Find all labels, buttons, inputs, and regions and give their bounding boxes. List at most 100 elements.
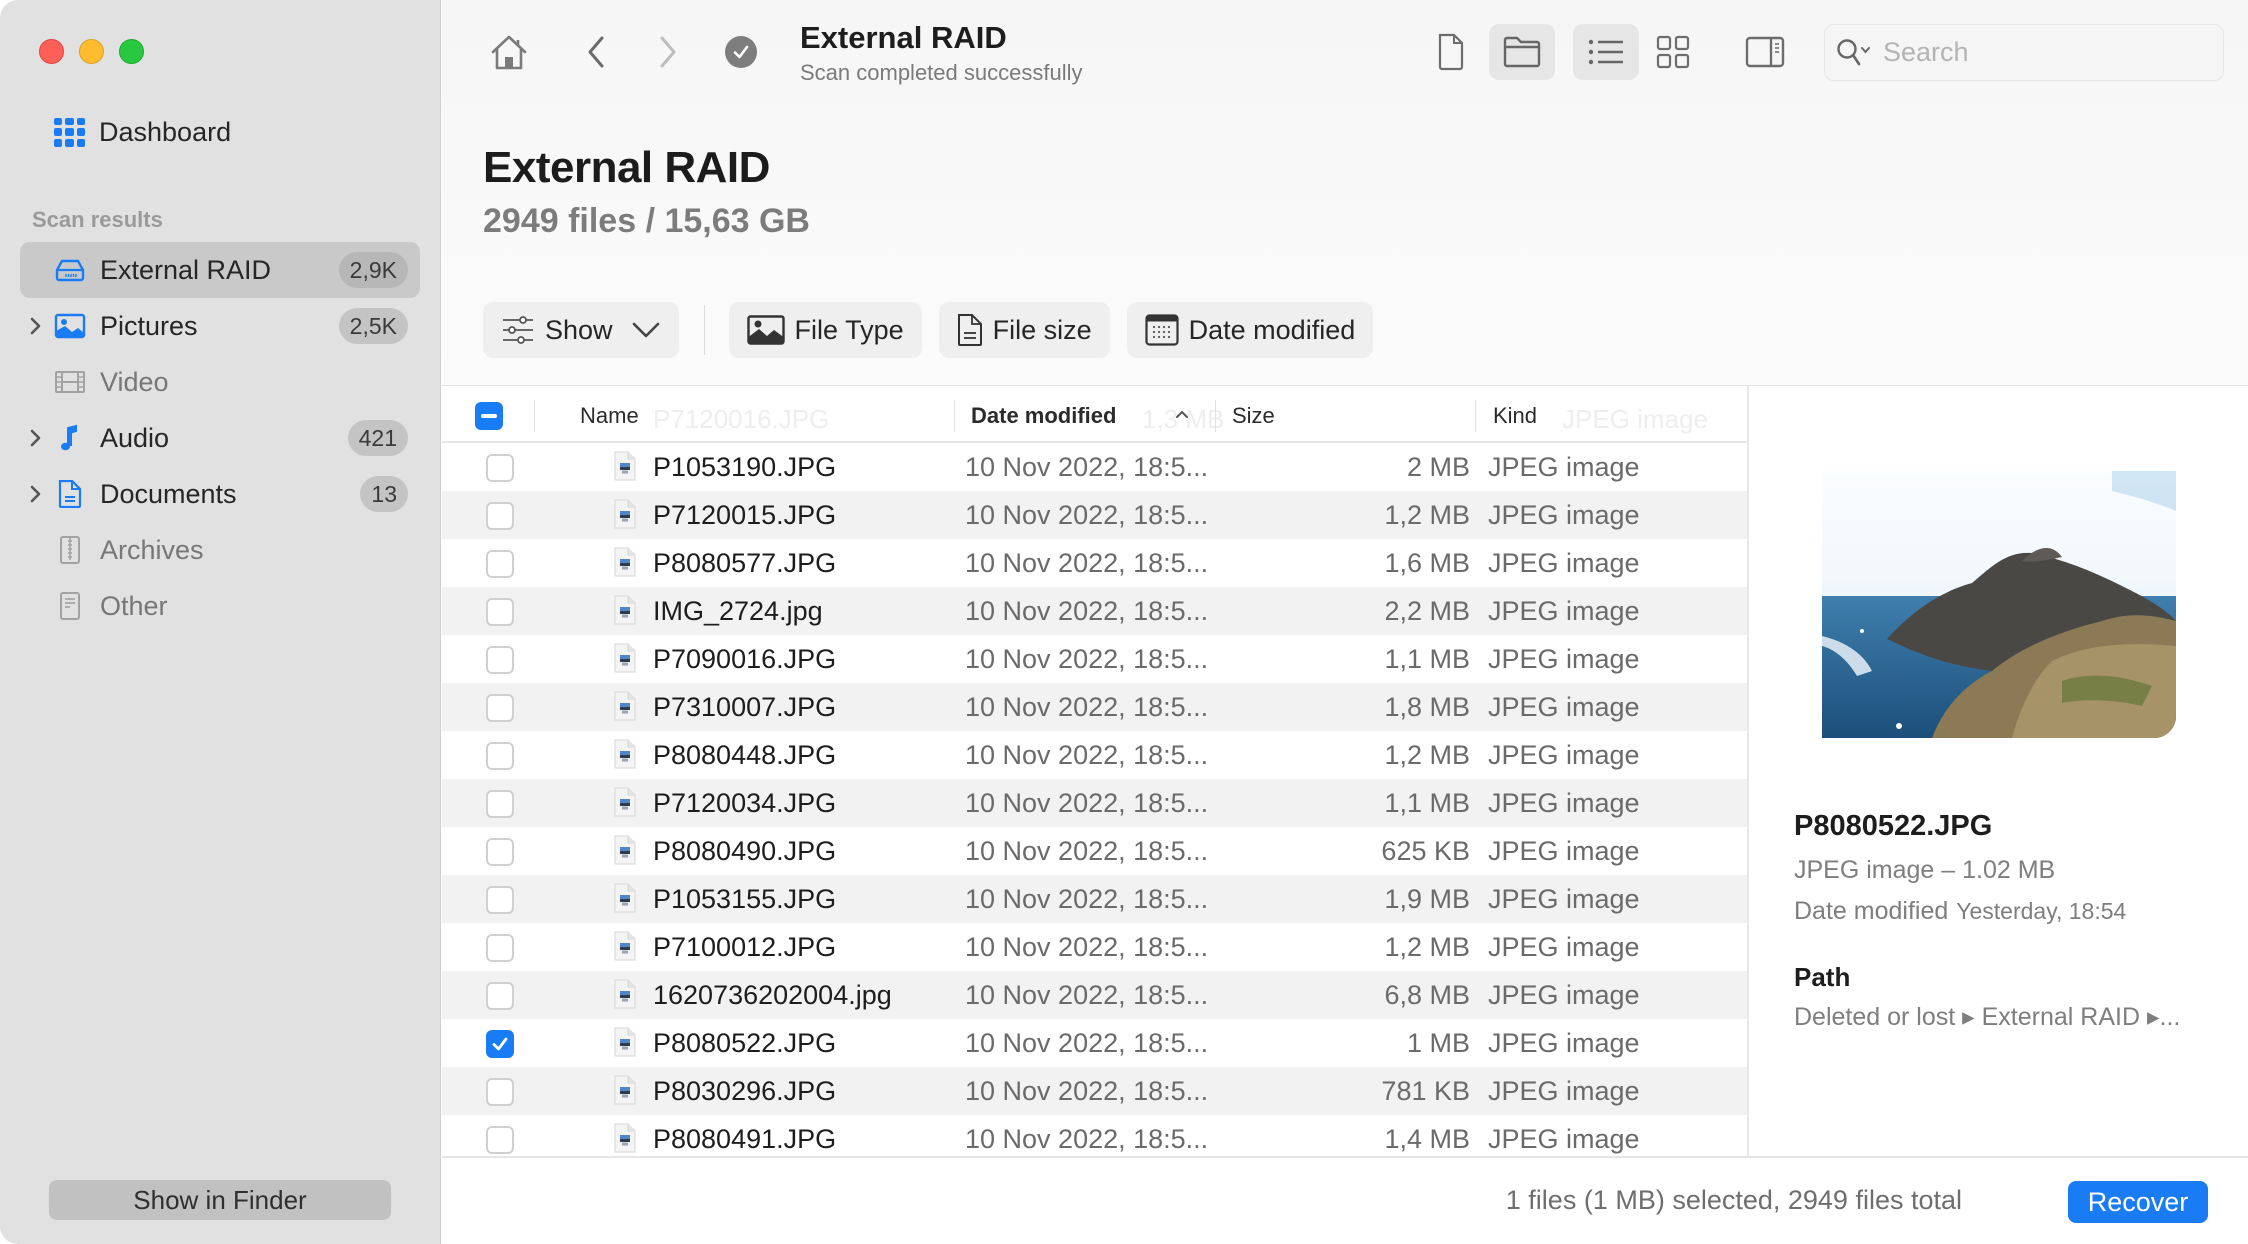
chevron-right-icon[interactable] <box>28 428 42 448</box>
select-all-checkbox[interactable] <box>475 402 503 430</box>
column-header-kind[interactable]: Kind <box>1493 403 1538 429</box>
table-row[interactable]: P7090016.JPG 10 Nov 2022, 18:5... 1,1 MB JP… <box>442 635 1747 683</box>
file-kind: JPEG image <box>1488 596 1640 626</box>
chevron-right-icon[interactable] <box>28 316 42 336</box>
row-checkbox[interactable] <box>486 934 514 962</box>
column-separator[interactable] <box>1215 400 1216 432</box>
table-row[interactable]: P8080491.JPG 10 Nov 2022, 18:5... 1,4 MB JP… <box>442 1115 1747 1156</box>
file-date: 10 Nov 2022, 18:5... <box>965 1124 1209 1154</box>
table-row[interactable]: P8080577.JPG 10 Nov 2022, 18:5... 1,6 MB JP… <box>442 539 1747 587</box>
preview-path-value[interactable]: Deleted or lost ▸ External RAID ▸... <box>1794 1002 2180 1032</box>
sort-ascending-icon[interactable] <box>1174 408 1190 420</box>
row-checkbox[interactable] <box>486 550 514 578</box>
row-checkbox[interactable] <box>486 886 514 914</box>
sidebar-item-video[interactable]: Video <box>20 354 420 410</box>
jpeg-file-icon <box>614 451 636 481</box>
file-size-filter-button[interactable]: File size <box>938 302 1110 358</box>
grid-view-button[interactable] <box>1640 24 1706 80</box>
table-row[interactable]: P8080448.JPG 10 Nov 2022, 18:5... 1,2 MB JP… <box>442 731 1747 779</box>
file-kind: JPEG image <box>1488 692 1640 722</box>
file-name: P7090016.JPG <box>653 644 837 674</box>
chevron-right-icon[interactable] <box>28 484 42 504</box>
forward-chevron-icon[interactable] <box>652 32 682 72</box>
row-checkbox[interactable] <box>486 742 514 770</box>
row-checkbox[interactable] <box>486 646 514 674</box>
file-view-button[interactable] <box>1418 24 1484 80</box>
row-checkbox[interactable] <box>486 454 514 482</box>
column-header-name[interactable]: Name <box>580 403 639 429</box>
image-icon <box>746 315 785 345</box>
show-dropdown-button[interactable]: Show <box>483 302 679 358</box>
file-name: P8080448.JPG <box>653 740 837 770</box>
sidebar-item-documents[interactable]: Documents 13 <box>20 466 420 522</box>
table-row[interactable]: P1053190.JPG 10 Nov 2022, 18:5... 2 MB JPEG… <box>442 443 1747 491</box>
sidebar-item-audio[interactable]: Audio 421 <box>20 410 420 466</box>
row-checkbox[interactable] <box>486 790 514 818</box>
file-name: P8030296.JPG <box>653 1076 837 1106</box>
preview-date-value: Yesterday, 18:54 <box>1956 898 2127 924</box>
jpeg-file-icon <box>614 1123 636 1153</box>
file-kind: JPEG image <box>1488 548 1640 578</box>
close-window-button[interactable] <box>39 39 64 64</box>
table-row[interactable]: P8030296.JPG 10 Nov 2022, 18:5... 781 KB JP… <box>442 1067 1747 1115</box>
show-in-finder-button[interactable]: Show in Finder <box>49 1180 391 1220</box>
table-row[interactable]: 1620736202004.jpg 10 Nov 2022, 18:5... 6,8… <box>442 971 1747 1019</box>
table-row[interactable]: IMG_2724.jpg 10 Nov 2022, 18:5... 2,2 MB JP… <box>442 587 1747 635</box>
column-header-date-modified[interactable]: Date modified <box>971 403 1117 429</box>
file-table: P7120016.JPG 1,3 MB JPEG image Name Date… <box>442 385 1747 1156</box>
sidebar-item-external-raid[interactable]: External RAID 2,9K <box>20 242 420 298</box>
back-chevron-icon[interactable] <box>582 32 612 72</box>
search-field[interactable] <box>1824 24 2224 81</box>
table-row[interactable]: P8080490.JPG 10 Nov 2022, 18:5... 625 KB JP… <box>442 827 1747 875</box>
preview-image <box>1822 471 2176 738</box>
date-modified-filter-button[interactable]: Date modified <box>1126 302 1374 358</box>
table-row[interactable]: P1053155.JPG 10 Nov 2022, 18:5... 1,9 MB JP… <box>442 875 1747 923</box>
table-row[interactable]: P7100012.JPG 10 Nov 2022, 18:5... 1,2 MB JP… <box>442 923 1747 971</box>
column-separator[interactable] <box>1475 400 1476 432</box>
file-name: P7120015.JPG <box>653 500 837 530</box>
sidebar-item-pictures[interactable]: Pictures 2,5K <box>20 298 420 354</box>
sidebar-right-icon <box>1745 36 1785 68</box>
file-kind: JPEG image <box>1488 980 1640 1010</box>
sidebar-item-archives[interactable]: Archives <box>20 522 420 578</box>
sliders-icon <box>503 316 533 344</box>
table-row[interactable]: P8080522.JPG 10 Nov 2022, 18:5... 1 MB JPEG… <box>442 1019 1747 1067</box>
maximize-window-button[interactable] <box>119 39 144 64</box>
selection-status: 1 files (1 MB) selected, 2949 files tota… <box>1505 1185 1962 1215</box>
row-checkbox[interactable] <box>486 598 514 626</box>
row-checkbox[interactable] <box>486 694 514 722</box>
film-icon <box>55 371 85 393</box>
file-name: P1053155.JPG <box>653 884 837 914</box>
file-type-filter-button[interactable]: File Type <box>728 302 922 358</box>
column-separator[interactable] <box>954 400 955 432</box>
file-kind: JPEG image <box>1488 644 1640 674</box>
folder-view-button[interactable] <box>1489 24 1555 80</box>
table-row[interactable]: P7120034.JPG 10 Nov 2022, 18:5... 1,1 MB JP… <box>442 779 1747 827</box>
toggle-preview-panel-button[interactable] <box>1732 24 1798 80</box>
ghost-row-name: P7120016.JPG <box>653 404 830 434</box>
sidebar-item-other[interactable]: Other <box>20 578 420 634</box>
home-icon[interactable] <box>487 30 531 74</box>
list-view-button[interactable] <box>1573 24 1639 80</box>
row-checkbox[interactable] <box>486 1030 514 1058</box>
file-kind: JPEG image <box>1488 884 1640 914</box>
sidebar-item-label: External RAID <box>100 254 272 285</box>
row-checkbox[interactable] <box>486 838 514 866</box>
row-checkbox[interactable] <box>486 982 514 1010</box>
preview-date-label: Date modified <box>1794 897 1949 925</box>
search-input[interactable] <box>1883 37 2203 68</box>
minimize-window-button[interactable] <box>79 39 104 64</box>
row-checkbox[interactable] <box>486 502 514 530</box>
filter-divider <box>703 305 705 355</box>
sidebar-item-dashboard[interactable]: Dashboard <box>54 114 231 150</box>
table-row[interactable]: P7120015.JPG 10 Nov 2022, 18:5... 1,2 MB JP… <box>442 491 1747 539</box>
file-kind: JPEG image <box>1488 1028 1640 1058</box>
footer-bar: 1 files (1 MB) selected, 2949 files tota… <box>442 1156 2248 1244</box>
scan-complete-check-icon <box>725 36 757 68</box>
column-header-size[interactable]: Size <box>1232 403 1275 429</box>
recover-button[interactable]: Recover <box>2068 1181 2208 1223</box>
row-checkbox[interactable] <box>486 1126 514 1154</box>
count-badge: 2,9K <box>338 252 408 288</box>
table-row[interactable]: P7310007.JPG 10 Nov 2022, 18:5... 1,8 MB JP… <box>442 683 1747 731</box>
row-checkbox[interactable] <box>486 1078 514 1106</box>
